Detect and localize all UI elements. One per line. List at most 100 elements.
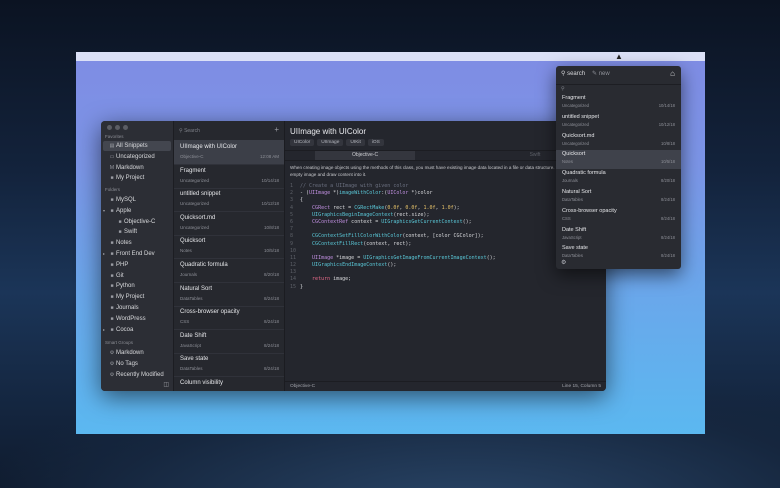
popover-item-category: Uncategorized (562, 140, 590, 146)
popover-item[interactable]: Quadratic formula Journals 8/20/18 (556, 169, 681, 188)
sidebar-item[interactable]: ■ Swift (103, 227, 179, 237)
gear-icon: ⚙ (109, 360, 115, 367)
list-item[interactable]: Cross-browser opacity CSS 8/24/18 (174, 305, 284, 331)
sidebar-item[interactable]: ⚙ Markdown (103, 348, 171, 358)
folder-icon: ■ (110, 251, 114, 257)
sidebar-item[interactable]: ■ MySQL (103, 195, 171, 205)
sidebar-item[interactable]: ▸ ■ Cocoa (103, 325, 171, 335)
zoom-button[interactable] (123, 125, 128, 130)
popover-item[interactable]: Quicksort Notes 10/5/18 (556, 150, 681, 170)
sidebar-item[interactable]: ■ Python (103, 281, 171, 291)
popover-item-date: 8/24/18 (661, 234, 675, 240)
sidebar-item-label: My Project (116, 294, 145, 301)
gear-icon[interactable]: ⚙ (561, 259, 566, 266)
folders-heading: Folders (105, 187, 121, 192)
sidebar-item[interactable]: ■ My Project (103, 292, 171, 302)
tag[interactable]: UIKit (346, 139, 365, 146)
search-icon: ⚲ (179, 128, 183, 134)
list-item-date: 8/24/18 (263, 342, 279, 348)
list-item[interactable]: Natural Sort DataTables 8/24/18 (174, 282, 284, 307)
list-item[interactable]: Date Shift JavaScript 8/24/18 (174, 329, 284, 354)
sidebar-item[interactable]: ■ WordPress (103, 314, 171, 324)
sidebar-item[interactable]: ■ Git (103, 271, 171, 281)
folder-icon: ■ (110, 283, 114, 290)
popover-item[interactable]: Fragment Uncategorized 10/14/18 (556, 94, 681, 113)
add-snippet-button[interactable]: + (274, 125, 279, 134)
sidebar-item-label: Objective-C (124, 218, 156, 225)
snippet-title[interactable]: UIImage with UIColor (290, 127, 366, 136)
sidebar-item-label: Swift (124, 229, 138, 236)
sidebar-item[interactable]: ▾ ■ Apple (103, 206, 171, 216)
popover-item-title: Fragment (562, 95, 586, 101)
list-item[interactable]: Fragment Uncategorized 10/14/18 (174, 164, 284, 189)
list-item[interactable]: UIImage with UIColor Objective-C 12:08 AM (174, 140, 284, 165)
sidebar-item[interactable]: ■ Objective-C (103, 217, 179, 227)
popover-item[interactable]: Date Shift JavaScript 8/24/18 (556, 226, 681, 245)
popover-item[interactable]: Cross-browser opacity CSS 8/24/18 (556, 207, 681, 226)
list-item[interactable]: Column visibility (174, 376, 284, 391)
list-item-title: Date Shift (180, 332, 207, 339)
editor-status-bar: Objective-C Line 15, Column 5 (285, 381, 606, 391)
list-item[interactable]: Quadratic formula Journals 8/20/18 (174, 258, 284, 283)
popover-item-title: Cross-browser opacity (562, 207, 617, 214)
pencil-icon: ✎ (592, 71, 598, 77)
sidebar-item[interactable]: ■ Notes (103, 238, 171, 248)
popover-item-category: JavaScript (562, 234, 582, 240)
sidebar-item[interactable]: ■ PHP (103, 260, 171, 270)
tag[interactable]: iOS (367, 139, 384, 146)
list-item-date: 10/8/18 (263, 224, 279, 230)
favorites-heading: Favorites (105, 134, 124, 139)
tag[interactable]: UIColor (290, 139, 315, 146)
sidebar-item[interactable]: ■ Journals (103, 303, 171, 313)
sidebar-item[interactable]: ⚙ No Tags (103, 359, 171, 369)
sidebar-toggle-icon[interactable]: ◫ (163, 381, 169, 388)
app-status-icon[interactable]: ▲ (615, 52, 623, 61)
list-item[interactable]: Quicksort.md Uncategorized 10/8/18 (174, 211, 284, 236)
popover-item-title: untitled snippet (562, 113, 599, 120)
popover-search-button[interactable]: ⚲ search (561, 70, 585, 77)
sidebar-item[interactable]: ▤ All Snippets (103, 141, 171, 151)
list-item-category: Uncategorized (180, 177, 210, 183)
minimize-button[interactable] (115, 125, 120, 130)
sidebar-item[interactable]: ■ My Project (103, 173, 171, 183)
folder-icon: ■ (110, 261, 114, 268)
list-item-title: Save state (180, 356, 209, 363)
list-search-input[interactable]: ⚲ Search (179, 127, 267, 136)
popover-new-button[interactable]: ✎ new (592, 70, 610, 77)
folder-icon: ■ (118, 229, 122, 236)
sidebar-item-label: Journals (116, 305, 139, 311)
popover-item[interactable]: Save state DataTables 8/24/18 (556, 244, 681, 263)
tab-objective-c[interactable]: Objective-C (315, 151, 415, 160)
sidebar-item[interactable]: ▭ Uncategorized (103, 152, 171, 162)
list-item[interactable]: Quicksort Notes 10/5/18 (174, 234, 284, 260)
popover-item[interactable]: Natural Sort DataTables 8/24/18 (556, 188, 681, 207)
list-item-date: 10/5/18 (263, 248, 279, 254)
sidebar-item[interactable]: ⚙ Recently Modified (103, 370, 171, 380)
popover-item-title: Quicksort.md (562, 132, 595, 139)
folder-icon: ■ (110, 315, 114, 322)
popover-item[interactable]: untitled snippet Uncategorized 10/12/18 (556, 113, 681, 132)
sidebar-item[interactable]: ▸ ■ Front End Dev (103, 249, 171, 259)
close-button[interactable] (107, 125, 112, 130)
list-item-title: untitled snippet (180, 191, 221, 198)
sidebar-item-label: MySQL (116, 197, 137, 203)
window-controls (107, 125, 128, 130)
tag[interactable]: UIImage (317, 139, 344, 146)
folder-icon: ■ (110, 207, 114, 214)
sidebar-item-label: Front End Dev (116, 251, 155, 257)
list-item[interactable]: Save state DataTables 8/24/18 (174, 352, 284, 378)
gear-icon: ⚙ (109, 371, 115, 378)
popover-item-category: Uncategorized (562, 121, 590, 127)
sidebar-item-label: Python (116, 283, 135, 290)
snippet-list: ⚲ Search + UIImage with UIColor Objective… (174, 121, 285, 391)
list-item-title: Quicksort.md (180, 214, 216, 221)
language-label[interactable]: Objective-C (290, 382, 315, 391)
popover-item[interactable]: Quicksort.md Uncategorized 10/8/18 (556, 132, 681, 151)
home-icon[interactable]: ⌂ (670, 69, 675, 78)
popover-item-title: Quicksort (562, 151, 586, 158)
popover-item-category: CSS (562, 215, 571, 221)
popover-item-date: 8/24/18 (661, 253, 675, 259)
list-item[interactable]: untitled snippet Uncategorized 10/12/18 (174, 187, 284, 213)
sidebar-item[interactable]: M Markdown (103, 163, 171, 173)
popover-search-input[interactable]: ⚲ (561, 86, 565, 92)
